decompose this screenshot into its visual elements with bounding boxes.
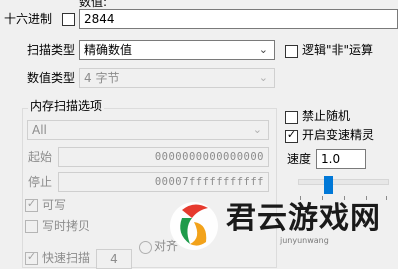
speedhack-label: 开启变速精灵	[302, 128, 375, 142]
value-type-select[interactable]: 4 字节 ⌄	[79, 68, 275, 88]
start-label: 起始	[28, 150, 53, 164]
stop-label: 停止	[28, 175, 53, 189]
copy-on-write-checkbox[interactable]	[25, 220, 38, 233]
value-type-label: 数值类型	[27, 71, 76, 85]
writable-checkbox[interactable]: ✓	[25, 197, 38, 212]
chevron-down-icon: ⌄	[252, 123, 262, 136]
speed-label: 速度	[287, 152, 312, 166]
scan-type-label: 扫描类型	[27, 43, 76, 57]
region-value: All	[32, 123, 47, 137]
fast-scan-input[interactable]: 4	[96, 249, 132, 269]
speed-input[interactable]: 1.0	[316, 149, 366, 169]
chevron-down-icon: ⌄	[258, 43, 268, 56]
logic-not-checkbox[interactable]	[285, 45, 298, 58]
watermark-subtext: junyunwang	[280, 236, 329, 245]
disable-random-label: 禁止随机	[302, 109, 351, 123]
watermark-logo-icon	[170, 202, 218, 250]
hex-label: 十六进制	[4, 12, 53, 26]
disable-random-checkbox[interactable]	[285, 111, 298, 124]
value-type-value: 4 字节	[84, 71, 120, 85]
copy-on-write-label: 写时拷贝	[42, 219, 91, 233]
watermark: 君云游戏网 junyunwang	[168, 196, 394, 259]
speedhack-checkbox[interactable]: ✓	[285, 128, 298, 143]
start-address-input[interactable]: 0000000000000000	[58, 147, 269, 167]
scan-type-select[interactable]: 精确数值 ⌄	[79, 40, 275, 60]
stop-address-input[interactable]: 00007fffffffffff	[58, 172, 269, 192]
memory-options-title: 内存扫描选项	[28, 98, 105, 114]
checkmark-icon: ✓	[286, 128, 297, 141]
fast-scan-label: 快速扫描	[42, 251, 91, 265]
speed-slider-thumb[interactable]	[324, 176, 333, 194]
region-select[interactable]: All ⌄	[27, 120, 269, 140]
hex-checkbox[interactable]	[62, 13, 75, 26]
value-input[interactable]: 2844	[79, 9, 398, 29]
checkmark-icon: ✓	[26, 250, 37, 263]
watermark-title: 君云游戏网	[226, 201, 381, 236]
scan-type-value: 精确数值	[84, 43, 133, 57]
checkmark-icon: ✓	[26, 197, 37, 210]
writable-label: 可写	[42, 198, 67, 212]
logic-not-label: 逻辑"非"运算	[302, 43, 374, 57]
chevron-down-icon: ⌄	[258, 71, 268, 84]
align-radio[interactable]	[139, 241, 152, 254]
speed-slider-track[interactable]	[298, 179, 389, 185]
